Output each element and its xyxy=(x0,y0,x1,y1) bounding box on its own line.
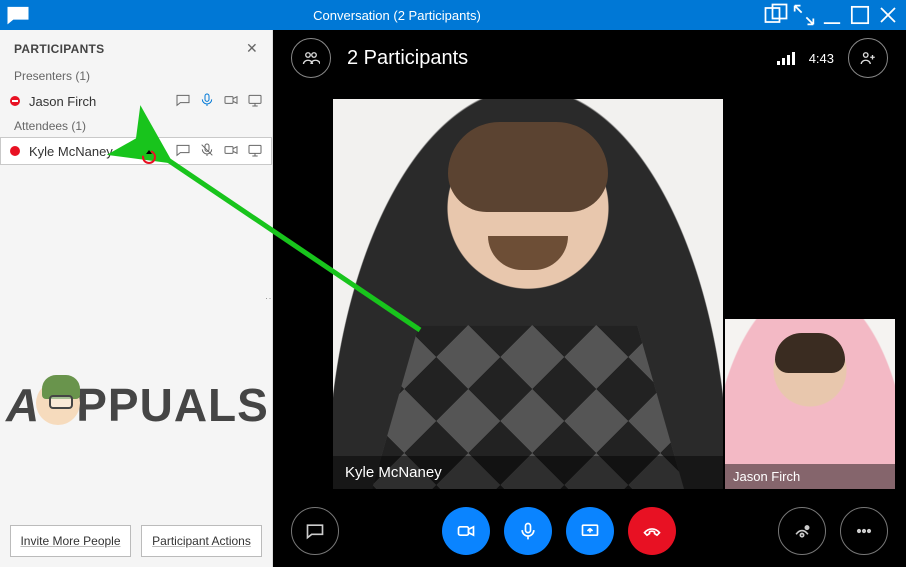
person-placeholder xyxy=(333,99,723,489)
attendee-row[interactable]: Kyle McNaney xyxy=(0,137,272,165)
video-icon[interactable] xyxy=(223,142,239,161)
window-title: Conversation (2 Participants) xyxy=(32,8,762,23)
attendees-section-label: Attendees (1) xyxy=(0,115,272,137)
add-participant-button[interactable] xyxy=(848,38,888,78)
chat-icon[interactable] xyxy=(4,3,32,27)
more-options-button[interactable] xyxy=(840,507,888,555)
video-stage: Kyle McNaney Jason Firch xyxy=(273,86,906,495)
participant-count: 2 Participants xyxy=(347,47,468,70)
video-area: 2 Participants 4:43 Kyle McNaney J xyxy=(273,30,906,567)
screen-icon[interactable] xyxy=(247,92,263,111)
presenter-row[interactable]: Jason Firch xyxy=(0,87,272,115)
minimize-icon[interactable] xyxy=(818,3,846,27)
presence-dot-icon xyxy=(9,145,21,157)
mic-muted-icon[interactable] xyxy=(199,142,215,161)
signal-strength-icon xyxy=(777,51,795,65)
participant-actions-button[interactable]: Participant Actions xyxy=(141,525,262,557)
popout-icon[interactable] xyxy=(762,3,790,27)
close-panel-button[interactable]: ✕ xyxy=(246,40,258,57)
participant-name: Kyle McNaney xyxy=(25,144,171,159)
participants-header: PARTICIPANTS xyxy=(14,42,105,56)
open-chat-button[interactable] xyxy=(291,507,339,555)
close-icon[interactable] xyxy=(874,3,902,27)
toggle-mic-button[interactable] xyxy=(504,507,552,555)
im-icon[interactable] xyxy=(175,92,191,111)
call-controls xyxy=(273,495,906,567)
im-icon[interactable] xyxy=(175,142,191,161)
screen-icon[interactable] xyxy=(247,142,263,161)
call-timer: 4:43 xyxy=(809,51,834,66)
video-icon[interactable] xyxy=(223,92,239,111)
call-header: 2 Participants 4:43 xyxy=(273,30,906,86)
share-screen-button[interactable] xyxy=(566,507,614,555)
hang-up-button[interactable] xyxy=(628,507,676,555)
presenters-section-label: Presenters (1) xyxy=(0,65,272,87)
participant-name: Jason Firch xyxy=(25,94,171,109)
maximize-icon[interactable] xyxy=(846,3,874,27)
video-tile-label: Kyle McNaney xyxy=(333,456,723,489)
invite-more-people-button[interactable]: Invite More People xyxy=(10,525,131,557)
title-bar: Conversation (2 Participants) xyxy=(0,0,906,30)
video-tile-self[interactable]: Jason Firch xyxy=(725,319,895,489)
fullscreen-icon[interactable] xyxy=(790,3,818,27)
presence-dot-icon xyxy=(9,95,21,107)
mic-on-icon[interactable] xyxy=(199,92,215,111)
call-controls-button[interactable] xyxy=(778,507,826,555)
participants-icon[interactable] xyxy=(291,38,331,78)
toggle-video-button[interactable] xyxy=(442,507,490,555)
participants-panel: PARTICIPANTS ✕ Presenters (1) Jason Firc… xyxy=(0,30,273,567)
video-tile-label: Jason Firch xyxy=(725,464,895,489)
video-tile-main[interactable]: Kyle McNaney xyxy=(333,99,723,489)
